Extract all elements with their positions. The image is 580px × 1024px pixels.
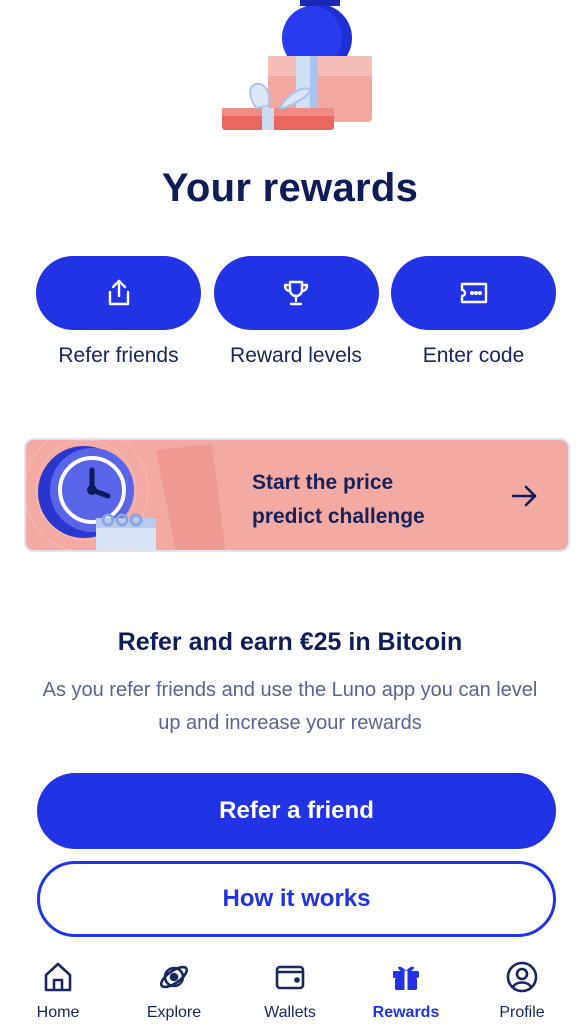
enter-code-button[interactable] bbox=[391, 256, 556, 330]
rewards-hero-illustration bbox=[222, 0, 372, 130]
how-it-works-button[interactable]: How it works bbox=[37, 861, 556, 937]
tab-rewards[interactable]: Rewards bbox=[348, 950, 464, 1024]
bottom-tab-bar: Home Explore Wallets Rewards Profile bbox=[0, 950, 580, 1024]
promo-text: Start the price predict challenge bbox=[252, 466, 425, 534]
rewards-actions: Refer friends Reward levels Enter code bbox=[36, 256, 556, 368]
refer-friends-action[interactable]: Refer friends bbox=[36, 256, 201, 368]
wallet-icon bbox=[275, 965, 305, 990]
price-predict-challenge-banner[interactable]: Start the price predict challenge bbox=[24, 438, 570, 552]
arrow-right-icon[interactable] bbox=[508, 480, 540, 512]
refer-a-friend-button[interactable]: Refer a friend bbox=[37, 773, 556, 849]
reward-levels-label: Reward levels bbox=[230, 344, 362, 367]
tab-rewards-label: Rewards bbox=[372, 1004, 440, 1021]
reward-levels-button[interactable] bbox=[213, 256, 379, 330]
home-icon bbox=[44, 962, 72, 992]
clock-illustration bbox=[26, 440, 226, 550]
enter-code-action[interactable]: Enter code bbox=[391, 256, 556, 368]
refer-description: As you refer friends and use the Luno ap… bbox=[42, 679, 538, 734]
reward-levels-action[interactable]: Reward levels bbox=[213, 256, 379, 368]
tab-profile[interactable]: Profile bbox=[464, 950, 580, 1024]
gift-icon bbox=[393, 966, 419, 990]
tab-profile-label: Profile bbox=[499, 1004, 545, 1021]
tab-home[interactable]: Home bbox=[0, 950, 116, 1024]
profile-icon bbox=[506, 961, 538, 993]
page-title: Your rewards bbox=[161, 166, 419, 210]
promo-line-2: predict challenge bbox=[252, 505, 425, 528]
refer-friends-label: Refer friends bbox=[58, 344, 179, 367]
tab-home-label: Home bbox=[36, 1004, 80, 1021]
tab-wallets-label: Wallets bbox=[264, 1004, 316, 1021]
trophy-icon bbox=[283, 280, 309, 306]
share-icon bbox=[108, 279, 129, 306]
ticket-icon bbox=[460, 282, 487, 304]
tab-explore-label: Explore bbox=[146, 1004, 202, 1021]
enter-code-label: Enter code bbox=[422, 344, 525, 367]
refer-title: Refer and earn €25 in Bitcoin bbox=[117, 628, 463, 656]
tab-wallets[interactable]: Wallets bbox=[232, 950, 348, 1024]
tab-explore[interactable]: Explore bbox=[116, 950, 232, 1024]
promo-line-1: Start the price bbox=[252, 471, 394, 494]
refer-friends-button[interactable] bbox=[36, 256, 201, 330]
explore-icon bbox=[159, 965, 189, 989]
